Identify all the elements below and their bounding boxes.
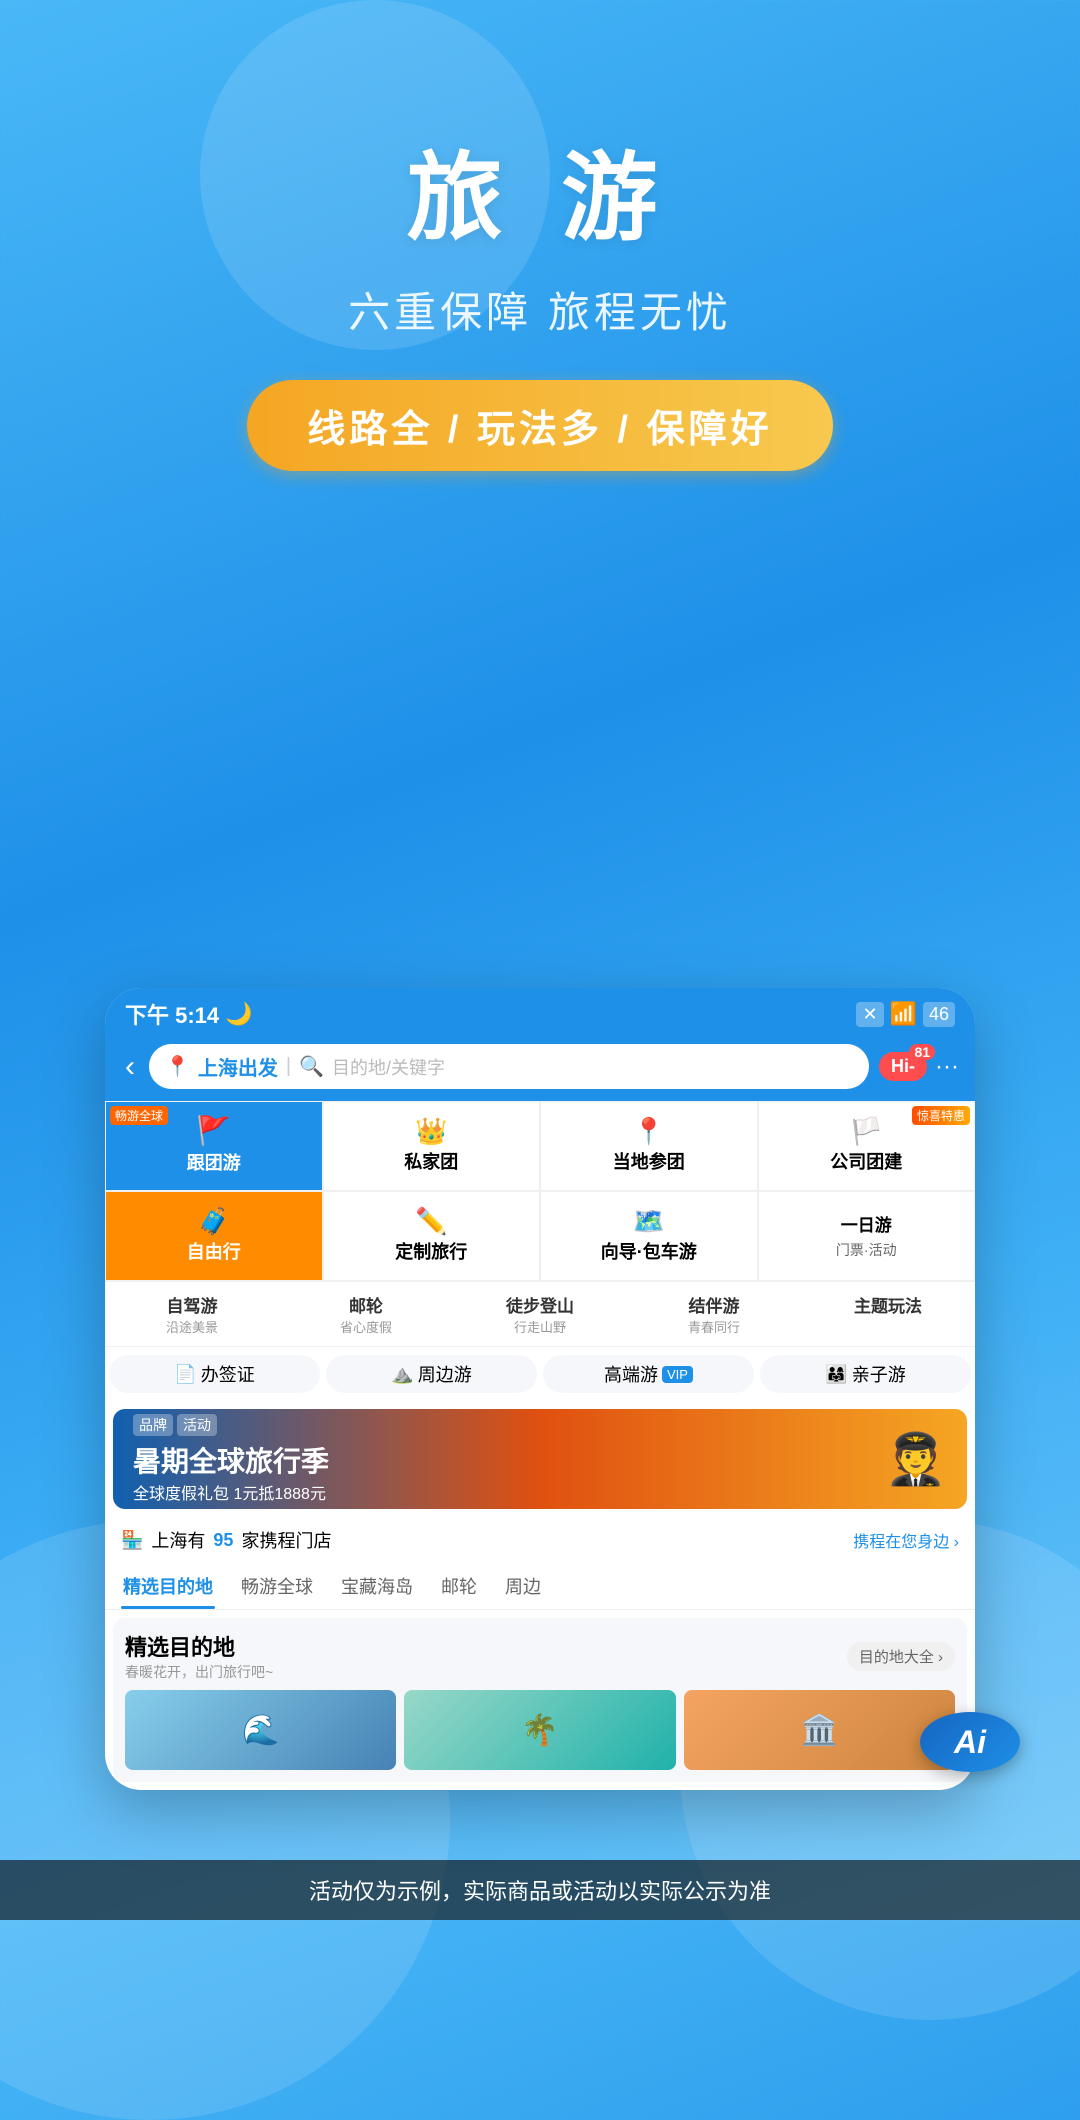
store-left: 🏪 上海有 95 家携程门店 bbox=[121, 1527, 331, 1553]
category-row3: 自驾游 沿途美景 邮轮 省心度假 徒步登山 行走山野 结伴游 青春同行 主题玩法 bbox=[105, 1281, 975, 1346]
promo-banner[interactable]: 品牌 活动 暑期全球旅行季 全球度假礼包 1元抵1888元 🧑‍✈️ bbox=[113, 1409, 967, 1509]
dest-image-3[interactable]: 🏛️ bbox=[684, 1690, 955, 1770]
dest-image-1[interactable]: 🌊 bbox=[125, 1690, 396, 1770]
back-button[interactable]: ‹ bbox=[121, 1046, 139, 1088]
location-icon: 📍 bbox=[165, 1054, 190, 1079]
guide-icon: 🗺️ bbox=[633, 1208, 665, 1234]
dest-subtitle: 春暖花开，出门旅行吧~ bbox=[125, 1662, 273, 1682]
cat-company-tour[interactable]: 惊喜特惠 🏳️ 公司团建 bbox=[758, 1101, 976, 1191]
phone-mockup: 下午 5:14 🌙 ✕ 📶 46 ‹ 📍 上海出发 | 🔍 目的地/关键字 Hi… bbox=[105, 988, 975, 1790]
banner-text: 品牌 活动 暑期全球旅行季 全球度假礼包 1元抵1888元 bbox=[133, 1414, 329, 1504]
location-text: 上海出发 bbox=[198, 1052, 278, 1081]
cat-label-day: 一日游门票·活动 bbox=[836, 1214, 897, 1262]
cat-tag-chuanyou: 畅游全球 bbox=[110, 1106, 168, 1125]
search-placeholder: 目的地/关键字 bbox=[332, 1054, 445, 1080]
tag-nearby[interactable]: ⛰️ 周边游 bbox=[326, 1355, 537, 1393]
family-icon: 👨‍👩‍👧 bbox=[825, 1364, 847, 1385]
wifi-icon: 📶 bbox=[890, 1001, 917, 1027]
nav-actions: Hi- 81 ··· bbox=[879, 1052, 959, 1081]
vip-badge: VIP bbox=[662, 1366, 693, 1383]
hero-badge[interactable]: 线路全 / 玩法多 / 保障好 bbox=[247, 380, 832, 471]
disclaimer: 活动仅为示例，实际商品或活动以实际公示为准 bbox=[0, 1860, 1080, 1920]
status-bar: 下午 5:14 🌙 ✕ 📶 46 bbox=[105, 988, 975, 1036]
cat-free-travel[interactable]: 🧳 自由行 bbox=[105, 1191, 323, 1281]
status-time: 下午 5:14 🌙 bbox=[125, 998, 253, 1030]
category-row4: 📄 办签证 ⛰️ 周边游 高端游 VIP 👨‍👩‍👧 亲子游 bbox=[105, 1346, 975, 1401]
cat-companion[interactable]: 结伴游 青春同行 bbox=[627, 1282, 801, 1346]
tabs-bar: 精选目的地 畅游全球 宝藏海岛 邮轮 周边 bbox=[105, 1563, 975, 1610]
cat-theme[interactable]: 主题玩法 bbox=[801, 1282, 975, 1346]
cat-self-drive[interactable]: 自驾游 沿途美景 bbox=[105, 1282, 279, 1346]
flag-icon: 🚩 bbox=[196, 1117, 231, 1145]
cat-hiking[interactable]: 徒步登山 行走山野 bbox=[453, 1282, 627, 1346]
banner-illustration: 🧑‍✈️ bbox=[885, 1430, 947, 1489]
search-bar[interactable]: 📍 上海出发 | 🔍 目的地/关键字 bbox=[149, 1044, 869, 1089]
cat-label-follow: 跟团游 bbox=[187, 1149, 241, 1175]
store-link[interactable]: 携程在您身边 › bbox=[853, 1528, 959, 1552]
nav-bar: ‹ 📍 上海出发 | 🔍 目的地/关键字 Hi- 81 ··· bbox=[105, 1036, 975, 1101]
tab-world-tour[interactable]: 畅游全球 bbox=[239, 1563, 315, 1609]
category-grid-row2: 🧳 自由行 ✏️ 定制旅行 🗺️ 向导·包车游 一日游门票·活动 bbox=[105, 1191, 975, 1281]
tag-luxury[interactable]: 高端游 VIP bbox=[543, 1355, 754, 1393]
store-icon: 🏪 bbox=[121, 1530, 143, 1551]
special-tag: 惊喜特惠 bbox=[912, 1106, 970, 1125]
tab-selected-dest[interactable]: 精选目的地 bbox=[121, 1563, 215, 1609]
cat-label-private: 私家团 bbox=[404, 1148, 458, 1174]
tag-family[interactable]: 👨‍👩‍👧 亲子游 bbox=[760, 1355, 971, 1393]
cat-cruise[interactable]: 邮轮 省心度假 bbox=[279, 1282, 453, 1346]
banner-subtitle: 全球度假礼包 1元抵1888元 bbox=[133, 1480, 329, 1504]
dest-image-2[interactable]: 🌴 bbox=[404, 1690, 675, 1770]
brush-icon: ✏️ bbox=[415, 1208, 447, 1234]
mountain-icon: ⛰️ bbox=[391, 1364, 413, 1385]
crown-icon: 👑 bbox=[415, 1118, 447, 1144]
signal-icon: ✕ bbox=[856, 1002, 883, 1027]
status-icons: ✕ 📶 46 bbox=[856, 1001, 955, 1027]
cat-label-free: 自由行 bbox=[187, 1238, 241, 1264]
search-icon: 🔍 bbox=[299, 1054, 324, 1079]
store-info: 🏪 上海有 95 家携程门店 携程在您身边 › bbox=[105, 1517, 975, 1563]
cat-guide-tour[interactable]: 🗺️ 向导·包车游 bbox=[540, 1191, 758, 1281]
cat-day-tour[interactable]: 一日游门票·活动 bbox=[758, 1191, 976, 1281]
banner-title: 暑期全球旅行季 bbox=[133, 1440, 329, 1480]
moon-icon: 🌙 bbox=[225, 1001, 252, 1027]
cat-custom-travel[interactable]: ✏️ 定制旅行 bbox=[323, 1191, 541, 1281]
dest-header: 精选目的地 春暖花开，出门旅行吧~ 目的地大全 › bbox=[125, 1630, 955, 1682]
hero-title: 旅 游 bbox=[0, 120, 1080, 259]
cat-label-guide: 向导·包车游 bbox=[601, 1238, 697, 1264]
pin-icon: 📍 bbox=[633, 1118, 665, 1144]
category-grid-row1: 畅游全球 🚩 跟团游 👑 私家团 📍 当地参团 惊喜特惠 🏳️ 公司团建 bbox=[105, 1101, 975, 1191]
dest-images: 🌊 🌴 🏛️ bbox=[125, 1690, 955, 1770]
cat-label-company: 公司团建 bbox=[830, 1148, 902, 1174]
cat-label-custom: 定制旅行 bbox=[395, 1238, 467, 1264]
more-button[interactable]: ··· bbox=[935, 1053, 959, 1081]
cat-local-tour[interactable]: 📍 当地参团 bbox=[540, 1101, 758, 1191]
dest-info: 精选目的地 春暖花开，出门旅行吧~ bbox=[125, 1630, 273, 1682]
tab-island[interactable]: 宝藏海岛 bbox=[339, 1563, 415, 1609]
hi-button[interactable]: Hi- 81 bbox=[879, 1052, 927, 1081]
bag-icon: 🧳 bbox=[198, 1208, 230, 1234]
banner-tag2: 活动 bbox=[177, 1414, 217, 1436]
tag-visa[interactable]: 📄 办签证 bbox=[109, 1355, 320, 1393]
banner-tag1: 品牌 bbox=[133, 1414, 173, 1436]
dest-section: 精选目的地 春暖花开，出门旅行吧~ 目的地大全 › 🌊 🌴 🏛️ bbox=[113, 1618, 967, 1782]
visa-icon: 📄 bbox=[174, 1364, 196, 1385]
hero-subtitle: 六重保障 旅程无忧 bbox=[0, 279, 1080, 340]
dest-all-button[interactable]: 目的地大全 › bbox=[847, 1642, 955, 1671]
tab-nearby[interactable]: 周边 bbox=[503, 1563, 543, 1609]
ai-bubble[interactable]: Ai bbox=[920, 1712, 1020, 1772]
tab-cruise[interactable]: 邮轮 bbox=[439, 1563, 479, 1609]
hero-section: 旅 游 六重保障 旅程无忧 线路全 / 玩法多 / 保障好 bbox=[0, 0, 1080, 471]
notification-badge: 81 bbox=[909, 1044, 935, 1060]
cat-label-local: 当地参团 bbox=[613, 1148, 685, 1174]
cat-follow-tour[interactable]: 畅游全球 🚩 跟团游 bbox=[105, 1101, 323, 1191]
cat-private-tour[interactable]: 👑 私家团 bbox=[323, 1101, 541, 1191]
battery-icon: 46 bbox=[923, 1002, 955, 1027]
dest-title: 精选目的地 bbox=[125, 1630, 273, 1662]
flag2-icon: 🏳️ bbox=[850, 1118, 882, 1144]
